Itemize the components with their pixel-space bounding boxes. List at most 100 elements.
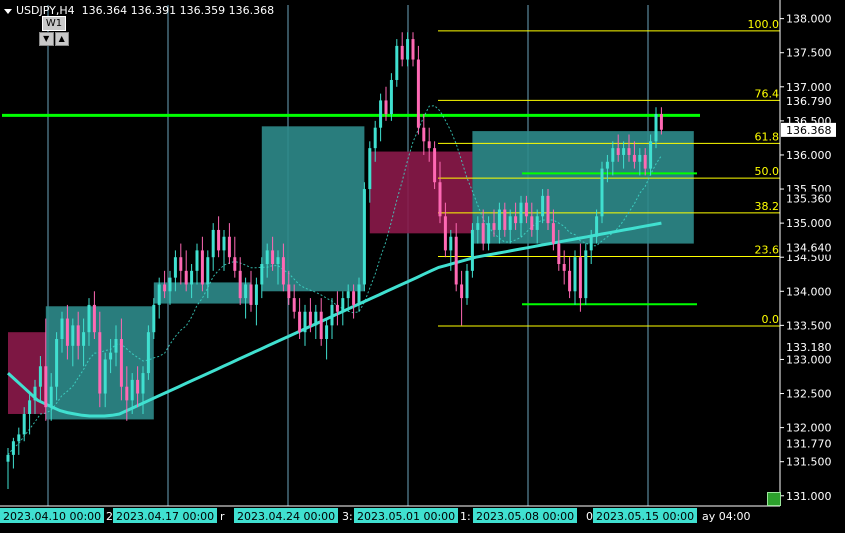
time-tick-label: ay 04:00 [702, 510, 750, 523]
candle-body [119, 339, 123, 387]
candle-body [422, 127, 426, 142]
candle-body [17, 434, 21, 442]
candle-body [325, 325, 329, 339]
candle-body [44, 366, 48, 408]
price-marker-label: 135.360 [786, 193, 832, 206]
candle-body [298, 311, 302, 333]
candle [330, 298, 334, 339]
price-marker-label: 136.790 [786, 95, 832, 108]
timeframe-widget[interactable]: W1 ▼ ▲ [39, 16, 69, 46]
candle-body [433, 148, 437, 183]
candle-body [227, 236, 231, 258]
candle-body [109, 352, 113, 360]
candle-body [406, 39, 410, 60]
candle [341, 291, 345, 326]
timeframe-up-icon[interactable]: ▲ [54, 32, 69, 46]
time-tick-label: 2023.05.15 00:00 [596, 510, 694, 523]
candle-body [578, 257, 582, 299]
candle-body [184, 270, 188, 285]
candle-body [179, 257, 183, 271]
candle [416, 45, 420, 135]
candle-body [146, 332, 150, 374]
candle-body [238, 270, 242, 299]
candle-body [341, 298, 345, 312]
candle-body [546, 195, 550, 224]
ohlc-values: 136.364 136.391 136.359 136.368 [81, 4, 275, 17]
candle [249, 270, 253, 312]
candle-body [6, 454, 10, 462]
candle [562, 250, 566, 285]
price-axis: 138.000137.500137.000136.500136.000135.5… [779, 0, 845, 529]
fib-level-label: 76.4 [755, 87, 780, 100]
price-marker-label: 134.640 [786, 242, 832, 255]
candle-body [492, 223, 496, 230]
candle-body [454, 236, 458, 285]
time-tick-label: 1: [460, 510, 471, 523]
candle-body [271, 250, 275, 265]
candle [659, 107, 663, 135]
chart-area[interactable]: 100.0 76.4 61.8 50.0 38.2 23.6 0.0 138.000 137.… [0, 0, 845, 529]
candle-body [49, 386, 53, 408]
candle [227, 223, 231, 265]
candle-body [611, 148, 615, 162]
candle-body [33, 386, 37, 401]
candle-body [233, 257, 237, 271]
price-zones [8, 126, 694, 420]
candle-body [535, 216, 539, 230]
candle-body [92, 304, 96, 333]
candle-body [411, 39, 415, 60]
price-tick-label: 133.500 [786, 319, 832, 332]
candle-body [362, 189, 366, 285]
candle [17, 427, 21, 455]
candle [233, 236, 237, 278]
candle-body [654, 114, 658, 142]
candle-body [557, 243, 561, 265]
candle-body [379, 100, 383, 128]
candle-body [65, 318, 69, 346]
candle-body [195, 250, 199, 271]
candle-body [519, 202, 523, 224]
candle [465, 264, 469, 305]
candle-body [71, 325, 75, 346]
timeframe-label[interactable]: W1 [42, 16, 66, 31]
price-tick-label: 137.500 [786, 47, 832, 60]
price-tick-label: 133.000 [786, 353, 832, 366]
candle-body [292, 298, 296, 312]
price-tick-label: 134.000 [786, 285, 832, 298]
candle-body [438, 182, 442, 217]
price-marker-label: 133.180 [786, 341, 832, 354]
candle-body [530, 216, 534, 230]
candle-body [222, 236, 226, 251]
candle [200, 236, 204, 292]
candle-body [314, 311, 318, 326]
candle-body [573, 257, 577, 292]
candle [400, 32, 404, 67]
candle [460, 270, 464, 326]
candle [238, 257, 242, 305]
time-tick-label: 3: [342, 510, 353, 523]
candle-body [427, 141, 431, 149]
time-tick-label: 2023.05.08 00:00 [476, 510, 574, 523]
time-axis: 2023.04.10 00:00 2023.04.17 00:00 2023.04.… [0, 505, 780, 523]
chart-svg: 100.0 76.4 61.8 50.0 38.2 23.6 0.0 138.000 137.… [0, 0, 845, 529]
candle-body [638, 154, 642, 162]
candle-body [508, 216, 512, 230]
candle-body [551, 223, 555, 244]
collapse-triangle-icon[interactable] [4, 8, 12, 14]
fib-level-label: 100.0 [748, 18, 780, 31]
status-indicator-icon[interactable] [767, 492, 781, 506]
candle-body [303, 311, 307, 333]
candle-body [76, 325, 80, 346]
candle-body [562, 264, 566, 271]
candle-body [384, 100, 388, 115]
candle-body [60, 318, 64, 339]
candle [146, 325, 150, 380]
candle-body [152, 304, 156, 333]
candle-body [276, 257, 280, 265]
candle-body [643, 154, 647, 169]
candle-body [541, 195, 545, 217]
timeframe-down-icon[interactable]: ▼ [39, 32, 54, 46]
candle-body [28, 400, 32, 414]
candle-body [524, 202, 528, 217]
candle-body [659, 114, 663, 130]
